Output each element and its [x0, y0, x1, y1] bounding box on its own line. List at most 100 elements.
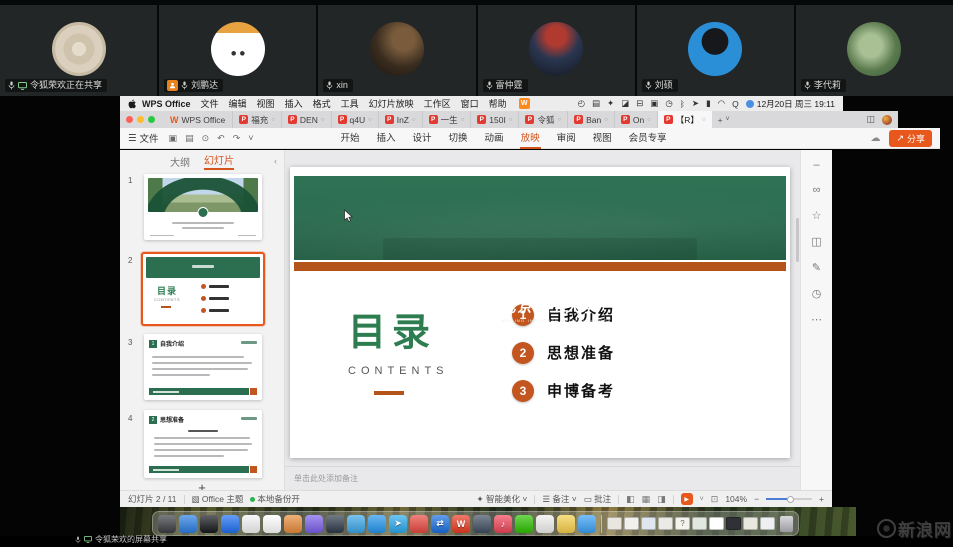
photos[interactable] — [242, 515, 260, 533]
zoom-slider-knob[interactable] — [787, 496, 794, 503]
evernote[interactable] — [536, 515, 554, 533]
display-icon[interactable]: ▣ — [650, 98, 658, 109]
share-links-icon[interactable]: ∞ — [813, 184, 821, 196]
minimized-window-thumbnail[interactable] — [709, 517, 724, 530]
meeting-icon[interactable]: ◴ — [578, 98, 585, 109]
menubar-clock[interactable]: 12月20日 周三 19:11 — [757, 98, 835, 110]
minimized-window-thumbnail[interactable] — [658, 517, 673, 530]
menubar-menu-item[interactable]: 工具 — [341, 97, 359, 110]
ribbon-tab[interactable]: 开始 — [339, 127, 360, 149]
video-tile-participant-4[interactable]: 雷仲霆 — [478, 5, 635, 96]
tab-close-icon[interactable]: ○ — [321, 117, 325, 123]
battery-icon[interactable]: ▮ — [706, 98, 711, 109]
ribbon-tab[interactable]: 视图 — [592, 127, 613, 149]
trash-icon[interactable] — [780, 516, 793, 532]
local-backup-status[interactable]: 本地备份开 — [250, 493, 300, 505]
toc-title[interactable]: 目录 — [348, 313, 436, 353]
wifi-icon[interactable]: ◠ — [718, 98, 725, 109]
wps-home-tab[interactable]: W WPS Office — [163, 111, 232, 128]
tab-slides[interactable]: 幻灯片 — [204, 152, 234, 170]
stocks[interactable] — [263, 515, 281, 533]
minimized-window-thumbnail[interactable] — [692, 517, 707, 530]
slideshow-play-button[interactable]: ▶ — [681, 493, 693, 505]
ribbon-tab[interactable]: 审阅 — [556, 127, 577, 149]
wps-office[interactable]: W — [452, 515, 470, 533]
ribbon-tab[interactable]: 会员专享 — [628, 127, 668, 149]
tab-outline[interactable]: 大纲 — [170, 154, 190, 169]
document-tab[interactable]: P 福充 ○ — [232, 111, 281, 128]
video-tile-participant-3[interactable]: xin — [318, 5, 475, 96]
ribbon-tab[interactable]: 切换 — [448, 127, 469, 149]
tab-close-icon[interactable]: ○ — [461, 117, 465, 123]
toc-item[interactable]: 2 思想准备 — [512, 341, 615, 364]
teamviewer[interactable]: ⇄ — [431, 515, 449, 533]
tab-close-icon[interactable]: ○ — [412, 117, 416, 123]
tab-list-caret-icon[interactable]: ˅ — [726, 116, 730, 123]
do-not-disturb-icon[interactable]: ⊟ — [636, 98, 643, 109]
minimize-window-icon[interactable] — [137, 116, 144, 123]
slide-accent-bar[interactable] — [294, 262, 786, 271]
zoom-slider[interactable] — [766, 498, 812, 500]
new-document-tab-button[interactable]: + — [718, 115, 723, 125]
undo-icon[interactable]: ↶ — [217, 133, 225, 144]
ribbon-tab[interactable]: 放映 — [520, 127, 541, 149]
tab-close-icon[interactable]: ○ — [509, 117, 513, 123]
collapse-panel-icon[interactable]: ‹ — [274, 156, 277, 166]
preview-icon[interactable]: ⊙ — [202, 133, 210, 144]
video-tile-participant-6[interactable]: 李代莉 — [796, 5, 953, 96]
minimized-window-thumbnail[interactable] — [607, 517, 622, 530]
reading-view-icon[interactable]: ◨ — [657, 494, 666, 505]
notes[interactable] — [557, 515, 575, 533]
telegram[interactable]: ➤ — [389, 515, 407, 533]
messages[interactable] — [347, 515, 365, 533]
menubar-menu-item[interactable]: 编辑 — [229, 97, 247, 110]
document-tab[interactable]: P q4U ○ — [331, 111, 378, 128]
video-tile-sharer[interactable]: 令狐荣欢正在共享 — [0, 5, 157, 96]
music[interactable]: ♪ — [494, 515, 512, 533]
slide-thumbnail-4[interactable]: 2 思想准备 — [144, 410, 262, 478]
tab-close-icon[interactable]: ○ — [368, 117, 372, 123]
bluetooth-icon[interactable]: ᛒ — [680, 99, 685, 109]
minimized-window-thumbnail[interactable] — [760, 517, 775, 530]
more-tools-icon[interactable]: ⋯ — [811, 313, 822, 326]
notes-toggle-button[interactable]: ☰ 备注 ˅ — [542, 493, 576, 505]
close-window-icon[interactable] — [126, 116, 133, 123]
comments-button[interactable]: ▭ 批注 — [584, 493, 611, 505]
slide-editing-canvas[interactable]: 北京理工大学 BEIJING INSTITUTE OF TECHNOLOGY 目… — [285, 150, 800, 490]
document-tab[interactable]: P Ban ○ — [567, 111, 614, 128]
mail[interactable] — [221, 515, 239, 533]
split-view-icon[interactable]: ◫ — [866, 114, 875, 125]
zoom-level[interactable]: 104% — [725, 494, 747, 504]
zoom-app[interactable] — [284, 515, 302, 533]
menubar-menu-item[interactable]: 格式 — [313, 97, 331, 110]
history-icon[interactable]: ◷ — [812, 287, 822, 300]
time-machine-icon[interactable]: ◷ — [665, 98, 672, 109]
screenshot-icon[interactable]: ◪ — [621, 98, 629, 109]
slide-thumbnail-3[interactable]: 1 自我介绍 — [144, 334, 262, 400]
apple-menu-icon[interactable] — [128, 99, 136, 109]
zoom-window-icon[interactable] — [148, 116, 155, 123]
docker[interactable] — [368, 515, 386, 533]
parallels[interactable] — [473, 515, 491, 533]
zoom-out-button[interactable]: − — [754, 494, 759, 504]
account-avatar[interactable] — [882, 115, 892, 125]
appstore[interactable] — [305, 515, 323, 533]
document-tab[interactable]: P 150I ○ — [470, 111, 518, 128]
menubar-menu-item[interactable]: 工作区 — [424, 97, 451, 110]
document-tab[interactable]: P 令狐 ○ — [518, 111, 567, 128]
slide-2-toc[interactable]: 北京理工大学 BEIJING INSTITUTE OF TECHNOLOGY 目… — [290, 167, 790, 458]
menubar-menu-item[interactable]: 文件 — [201, 97, 219, 110]
add-slide-button[interactable]: + — [198, 480, 206, 490]
tab-close-icon[interactable]: ○ — [702, 117, 706, 123]
location-icon[interactable]: ➤ — [692, 98, 699, 109]
video-tile-participant-5[interactable]: 刘硕 — [637, 5, 794, 96]
baidu-cloud[interactable] — [578, 515, 596, 533]
share-button[interactable]: ↗ 分享 — [889, 130, 932, 147]
tab-close-icon[interactable]: ○ — [271, 117, 275, 123]
minimized-window-thumbnail[interactable] — [624, 517, 639, 530]
menubar-app-name[interactable]: WPS Office — [142, 99, 191, 109]
cloud-sync-icon[interactable]: ☁ — [870, 133, 880, 144]
menubar-menu-item[interactable]: 幻灯片放映 — [369, 97, 414, 110]
tab-close-icon[interactable]: ○ — [604, 117, 608, 123]
menubar-menu-item[interactable]: 窗口 — [461, 97, 479, 110]
